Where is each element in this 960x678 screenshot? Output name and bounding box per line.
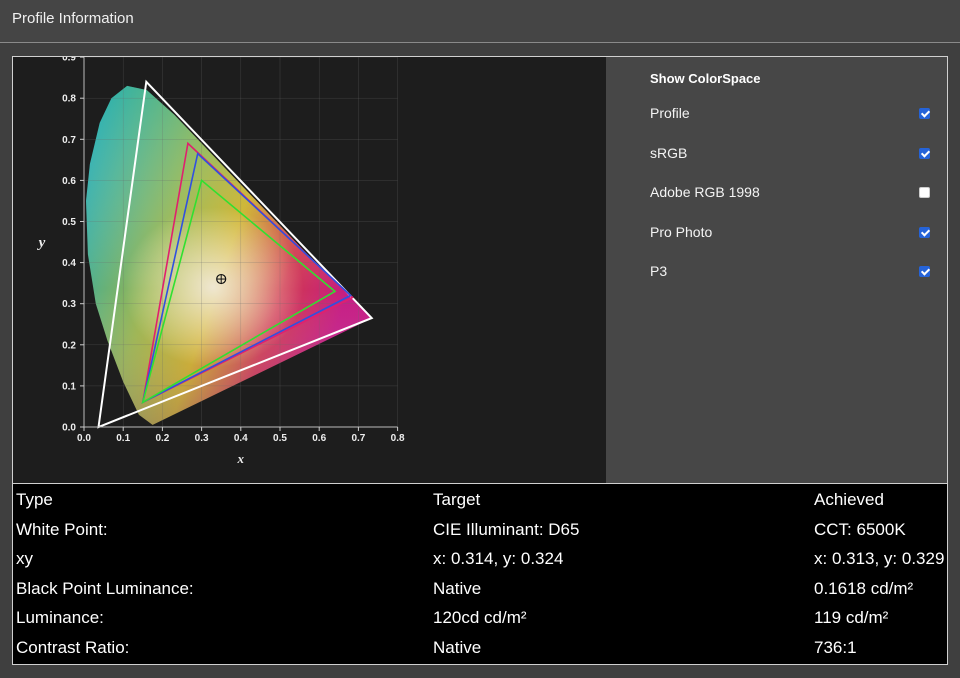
row-achieved: CCT: 6500K [814, 519, 906, 539]
colorspace-option-adobe-rgb[interactable]: Adobe RGB 1998 [650, 182, 940, 204]
adobe-rgb-checkbox[interactable] [919, 187, 930, 198]
table-row: Luminance: 120cd cd/m² 119 cd/m² [16, 605, 944, 635]
p3-checkbox[interactable] [919, 266, 930, 277]
white-region [123, 207, 304, 368]
x-tick-label: 0.8 [391, 433, 405, 444]
table-row: xy x: 0.314, y: 0.324 x: 0.313, y: 0.329 [16, 546, 944, 576]
y-tick-label: 0.4 [62, 258, 76, 269]
y-tick-label: 0.0 [62, 423, 76, 434]
header-bar: Profile Information [0, 0, 960, 43]
x-tick-label: 0.0 [77, 433, 91, 444]
row-type: White Point: [16, 519, 108, 539]
colorspace-sidebar: Show ColorSpace Profile sRGB Adobe RGB 1… [606, 57, 947, 483]
y-tick-label: 0.3 [62, 299, 76, 310]
x-tick-label: 0.5 [273, 433, 287, 444]
table-divider [13, 483, 947, 484]
profile-panel: 0.0 0.1 0.2 0.3 0.4 0.5 0.6 0.7 0.8 0.0 0.1 0.2 0.3 0… [12, 56, 948, 665]
column-header-achieved: Achieved [814, 490, 884, 509]
y-tick-label: 0.5 [62, 217, 76, 228]
row-type: Luminance: [16, 608, 104, 627]
colorspace-option-pro-photo[interactable]: Pro Photo [650, 222, 940, 244]
row-target: 120cd cd/m² [433, 608, 527, 627]
row-type: Black Point Luminance: [16, 578, 194, 598]
x-tick-label: 0.6 [312, 433, 326, 444]
profile-checkbox[interactable] [919, 108, 930, 119]
colorspace-title: Show ColorSpace [650, 71, 761, 86]
colorspace-label: Adobe RGB 1998 [650, 184, 760, 200]
table-row: Contrast Ratio: Native 736:1 [16, 635, 944, 665]
table-row: White Point: CIE Illuminant: D65 CCT: 65… [16, 517, 944, 547]
x-tick-label: 0.1 [116, 433, 130, 444]
profile-info-table: Type Target Achieved White Point: CIE Il… [16, 487, 944, 664]
x-tick-label: 0.3 [195, 433, 209, 444]
row-target: CIE Illuminant: D65 [433, 519, 580, 539]
colorspace-label: P3 [650, 263, 668, 279]
srgb-checkbox[interactable] [919, 148, 930, 159]
pro-photo-checkbox[interactable] [919, 227, 930, 238]
row-type: Contrast Ratio: [16, 637, 130, 657]
row-achieved: 119 cd/m² [814, 608, 889, 627]
colorspace-label: Pro Photo [650, 224, 713, 240]
table-row: Black Point Luminance: Native 0.1618 cd/… [16, 576, 944, 606]
chromaticity-diagram: 0.0 0.1 0.2 0.3 0.4 0.5 0.6 0.7 0.8 0.0 0.1 0.2 0.3 0… [37, 57, 405, 466]
y-tick-label: 0.9 [62, 57, 76, 64]
row-achieved: 736:1 [814, 637, 857, 657]
colorspace-option-srgb[interactable]: sRGB [650, 143, 940, 165]
row-achieved: x: 0.313, y: 0.329 [814, 549, 945, 568]
colorspace-option-profile[interactable]: Profile [650, 103, 940, 125]
row-target: x: 0.314, y: 0.324 [433, 549, 564, 568]
row-target: Native [433, 578, 482, 598]
page-title: Profile Information [12, 10, 134, 27]
row-achieved: 0.1618 cd/m² [814, 578, 914, 598]
y-tick-label: 0.1 [62, 381, 76, 392]
y-tick-label: 0.6 [62, 176, 76, 187]
table-header-row: Type Target Achieved [16, 487, 944, 517]
y-axis-label: y [37, 235, 46, 251]
y-tick-label: 0.2 [62, 340, 76, 351]
colorspace-option-p3[interactable]: P3 [650, 261, 940, 283]
x-tick-label: 0.2 [155, 433, 169, 444]
x-tick-label: 0.4 [234, 433, 248, 444]
x-axis-label: x [237, 451, 245, 466]
x-tick-label: 0.7 [351, 433, 365, 444]
chromaticity-chart: 0.0 0.1 0.2 0.3 0.4 0.5 0.6 0.7 0.8 0.0 0.1 0.2 0.3 0… [13, 57, 606, 483]
column-header-type: Type [16, 490, 53, 509]
colorspace-label: Profile [650, 105, 690, 121]
y-tick-label: 0.8 [62, 94, 76, 105]
column-header-target: Target [433, 490, 481, 509]
row-target: Native [433, 637, 482, 657]
y-tick-label: 0.7 [62, 135, 76, 146]
row-type: xy [16, 549, 33, 568]
colorspace-label: sRGB [650, 145, 688, 161]
